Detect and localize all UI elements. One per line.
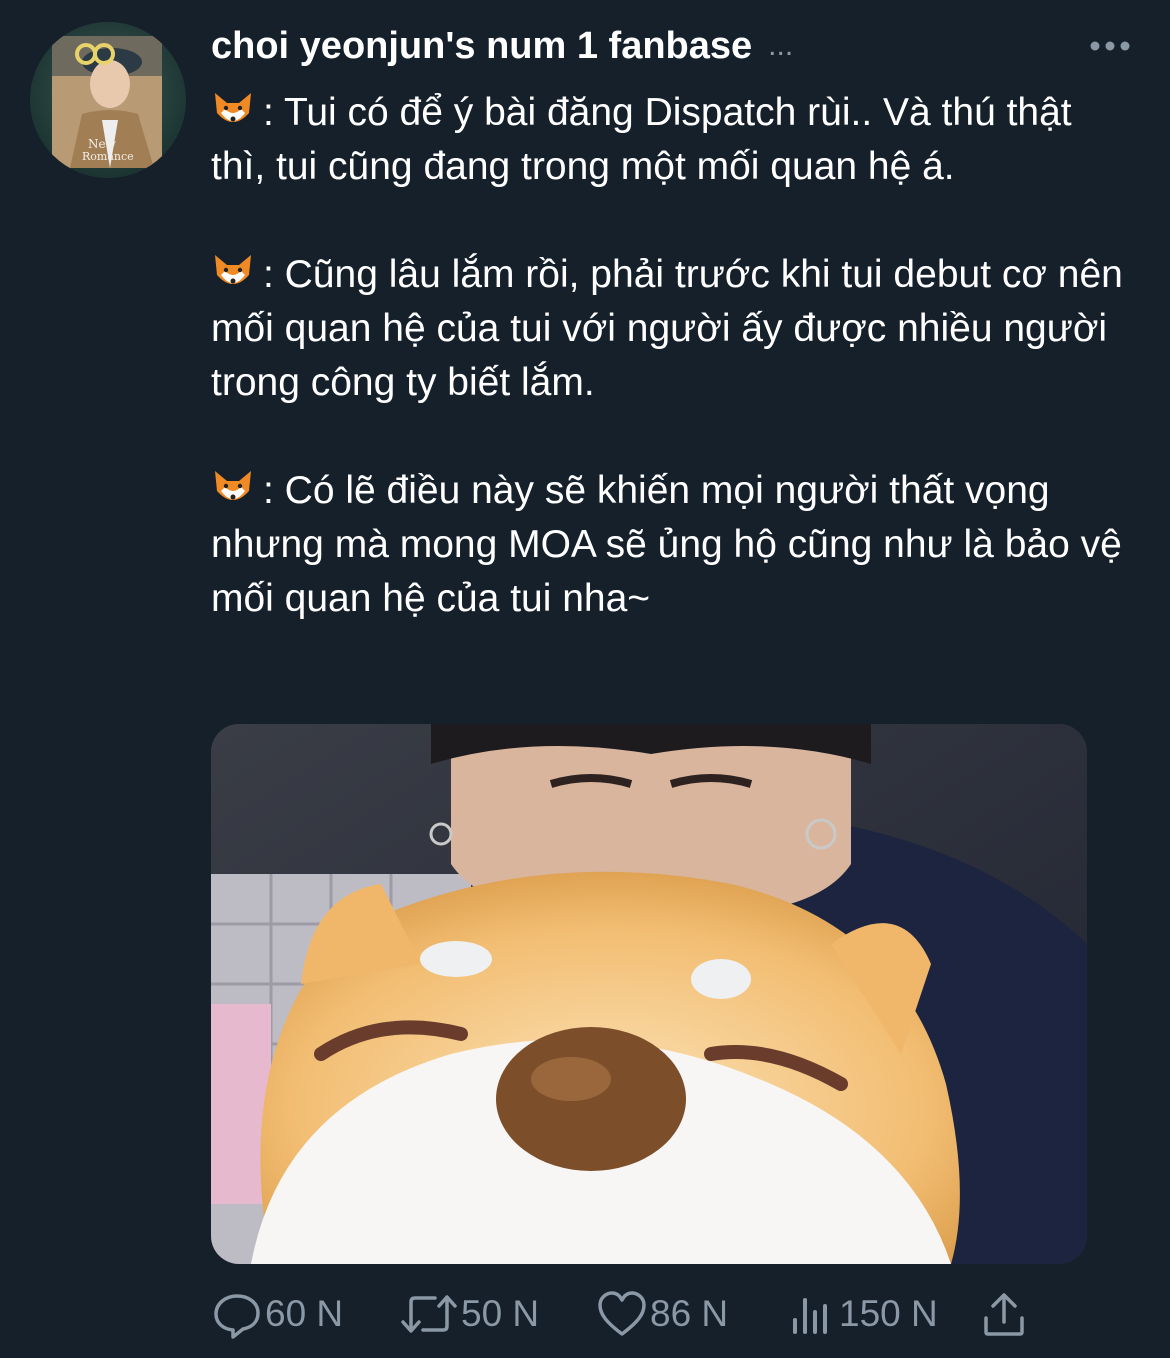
retweet-button[interactable]: 50 N (399, 1284, 539, 1344)
like-button[interactable]: 86 N (596, 1284, 728, 1344)
fox-face-icon (215, 255, 251, 284)
paragraph-text: : Tui có để ý bài đăng Dispatch rùi.. Và… (211, 91, 1072, 188)
retweet-icon (401, 1295, 457, 1333)
tweet-paragraph: : Tui có để ý bài đăng Dispatch rùi.. Và… (211, 86, 1131, 194)
paragraph-text: : Có lẽ điều này sẽ khiến mọi người thất… (211, 469, 1122, 620)
fox-face-icon (215, 93, 251, 122)
svg-text:Romance: Romance (82, 150, 134, 163)
photo-plush-dog-icon (211, 724, 1087, 1264)
reply-icon (214, 1294, 260, 1339)
reply-button[interactable]: 60 N (211, 1284, 343, 1344)
avatar[interactable]: New Romance (30, 22, 186, 178)
more-options-icon[interactable] (1088, 32, 1132, 60)
tweet-text: : Tui có để ý bài đăng Dispatch rùi.. Và… (211, 86, 1131, 680)
profile-photo-icon: New Romance (30, 22, 186, 178)
heart-icon (598, 1291, 646, 1336)
display-name[interactable]: choi yeonjun's num 1 fanbase (211, 25, 752, 68)
tweet: New Romance choi yeonjun's num 1 fanbase… (0, 0, 1170, 1358)
tweet-media[interactable] (211, 724, 1087, 1264)
views-count: 150 N (839, 1293, 938, 1334)
tweet-actions: 60 N 50 N 86 N 150 N (211, 1284, 1071, 1344)
name-truncation: ... (768, 29, 794, 62)
like-count: 86 N (650, 1293, 729, 1334)
views-bar-chart-icon (793, 1298, 827, 1334)
paragraph-text: : Cũng lâu lắm rồi, phải trước khi tui d… (211, 253, 1123, 404)
tweet-paragraph: : Có lẽ điều này sẽ khiến mọi người thất… (211, 464, 1131, 626)
share-icon (984, 1293, 1024, 1336)
fox-face-icon (215, 471, 251, 500)
svg-text:New: New (88, 137, 117, 151)
share-button[interactable] (981, 1284, 1027, 1344)
tweet-paragraph: : Cũng lâu lắm rồi, phải trước khi tui d… (211, 248, 1131, 410)
retweet-count: 50 N (461, 1293, 540, 1334)
tweet-header: choi yeonjun's num 1 fanbase ... (211, 22, 1140, 70)
reply-count: 60 N (265, 1293, 344, 1334)
views-button[interactable]: 150 N (789, 1284, 938, 1344)
